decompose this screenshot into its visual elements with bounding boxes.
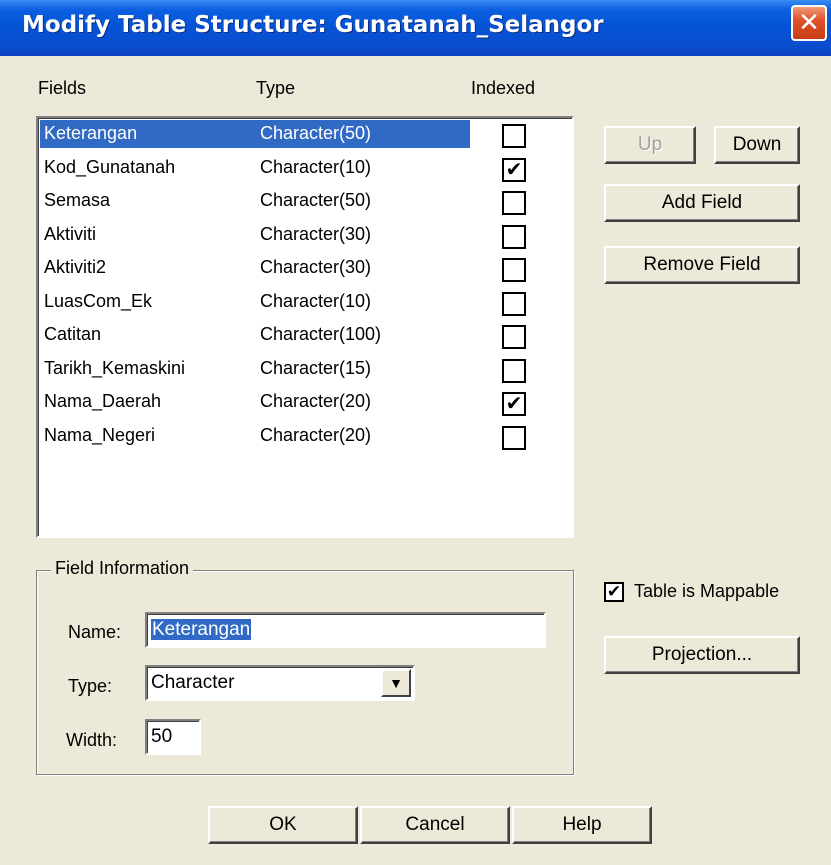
checkmark-icon: ✔ [606, 582, 622, 601]
indexed-checkbox[interactable]: ✔ [502, 157, 526, 182]
field-type: Character(10) [260, 290, 372, 311]
field-name: Keterangan [44, 123, 138, 143]
field-type: Character(50) [260, 123, 372, 143]
field-name: Tarikh_Kemaskini [44, 357, 186, 378]
type-select[interactable]: Character ▼ [145, 665, 415, 701]
field-row[interactable]: Tarikh_Kemaskini Character(15) [40, 355, 570, 385]
field-name: Kod_Gunatanah [44, 156, 176, 177]
width-field[interactable]: 50 [145, 719, 201, 755]
field-type: Character(15) [260, 357, 372, 378]
indexed-checkbox[interactable] [502, 191, 526, 215]
field-name: Nama_Negeri [44, 424, 156, 445]
type-value: Character [151, 672, 235, 693]
field-list[interactable]: Keterangan Character(50) Kod_Gunatanah Char… [36, 116, 574, 538]
close-button[interactable]: ✕ [791, 5, 827, 41]
field-row[interactable]: Semasa Character(50) [40, 187, 570, 217]
field-type: Character(10) [260, 156, 372, 177]
field-row[interactable]: Keterangan Character(50) [40, 120, 570, 150]
fields-column-header: Fields [38, 78, 87, 98]
indexed-checkbox[interactable] [502, 258, 526, 282]
field-row[interactable]: Nama_Negeri Character(20) [40, 422, 570, 452]
table-mappable-checkbox[interactable]: ✔ [604, 582, 624, 602]
type-column-header: Type [256, 78, 296, 98]
name-label: Name: [68, 622, 122, 642]
indexed-checkbox[interactable] [502, 224, 526, 249]
indexed-checkbox[interactable] [502, 325, 526, 349]
ok-button[interactable]: OK [208, 806, 358, 844]
modify-table-dialog: Fields Type Indexed Keterangan Character(… [0, 56, 831, 865]
add-field-button[interactable]: Add Field [604, 184, 800, 222]
indexed-checkbox[interactable] [502, 425, 526, 450]
projection-button[interactable]: Projection... [604, 636, 800, 674]
field-type: Character(50) [260, 190, 372, 210]
close-icon: ✕ [798, 7, 820, 37]
help-button[interactable]: Help [512, 806, 652, 844]
indexed-checkbox[interactable] [502, 124, 526, 148]
field-type: Character(20) [260, 391, 372, 411]
field-information-legend: Field Information [51, 558, 194, 579]
field-type: Character(100) [260, 324, 382, 344]
up-button[interactable]: Up [604, 126, 696, 164]
name-value: Keterangan [151, 619, 252, 640]
field-type: Character(30) [260, 223, 372, 244]
field-name: Catitan [44, 324, 102, 344]
field-row[interactable]: LuasCom_Ek Character(10) [40, 288, 570, 318]
width-label: Width: [66, 730, 118, 750]
title-bar[interactable]: Modify Table Structure: Gunatanah_Selang… [0, 0, 831, 56]
field-name: Semasa [44, 190, 111, 210]
checkmark-icon: ✔ [505, 393, 523, 415]
field-row[interactable]: Catitan Character(100) [40, 321, 570, 351]
field-name: Aktiviti2 [44, 257, 107, 277]
field-row[interactable]: Kod_Gunatanah Character(10) ✔ [40, 154, 570, 184]
field-row[interactable]: Aktiviti Character(30) [40, 221, 570, 251]
checkmark-icon: ✔ [505, 158, 523, 181]
field-type: Character(20) [260, 424, 372, 445]
field-name: LuasCom_Ek [44, 290, 153, 311]
field-row[interactable]: Nama_Daerah Character(20) ✔ [40, 388, 570, 418]
chevron-down-icon[interactable]: ▼ [381, 669, 411, 697]
field-type: Character(30) [260, 257, 372, 277]
name-field[interactable]: Keterangan [145, 612, 546, 648]
indexed-checkbox[interactable] [502, 358, 526, 383]
field-name: Aktiviti [44, 223, 97, 244]
down-button[interactable]: Down [714, 126, 800, 164]
window-title: Modify Table Structure: Gunatanah_Selang… [22, 12, 604, 38]
remove-field-button[interactable]: Remove Field [604, 246, 800, 284]
width-value: 50 [151, 726, 173, 747]
indexed-column-header: Indexed [471, 78, 536, 98]
table-mappable-label[interactable]: Table is Mappable [634, 581, 779, 602]
cancel-button[interactable]: Cancel [360, 806, 510, 844]
type-label: Type: [68, 676, 113, 696]
field-row[interactable]: Aktiviti2 Character(30) [40, 254, 570, 284]
indexed-checkbox[interactable]: ✔ [502, 392, 526, 416]
field-name: Nama_Daerah [44, 391, 162, 411]
indexed-checkbox[interactable] [502, 291, 526, 316]
